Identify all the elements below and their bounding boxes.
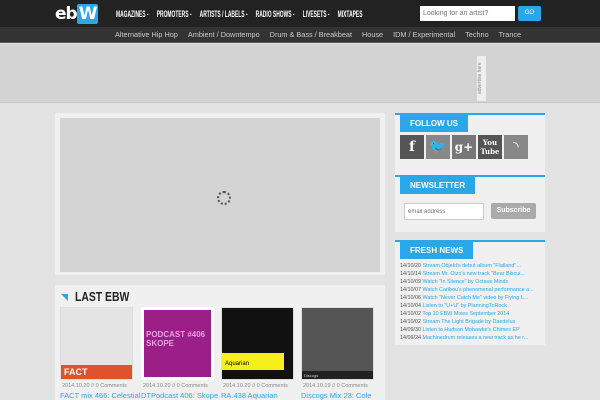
follow-us-title: FOLLOW US <box>400 115 468 132</box>
news-item[interactable]: 14/10/02 Stream The Light Brigade by Dae… <box>400 318 534 326</box>
mix-meta: 2014.10.20 // 0 Comments <box>62 383 127 389</box>
news-item[interactable]: 14/09/30 Listen to Hudson Mohawke's Chim… <box>400 326 534 334</box>
mix-card[interactable]: Discogs 2014.10.19 // 0 Comments Discogs… <box>301 307 374 400</box>
news-link[interactable]: Watch "In Silence" by Octave Minds <box>422 279 508 285</box>
loading-spinner-icon <box>217 191 231 205</box>
news-date: 14/10/07 <box>400 287 421 293</box>
main-nav: Magazines - Promoters - Artists / Labels… <box>116 8 363 19</box>
news-link[interactable]: Listen to "U+U" by PlanningToRock <box>422 303 506 309</box>
news-item[interactable]: 14/10/07 Watch Caribou's phenomenal perf… <box>400 286 534 294</box>
mix-thumbnail[interactable]: Aquarian <box>221 307 294 380</box>
rss-icon[interactable]: ◝ <box>504 135 528 159</box>
news-link[interactable]: Watch "Never Catch Me" video by Flying L… <box>422 295 528 301</box>
news-link[interactable]: Machinedrum releases a new track as he r… <box>422 335 528 341</box>
genre-link[interactable]: IDM / Experimental <box>393 30 455 39</box>
nav-artists-labels[interactable]: Artists / Labels - <box>200 8 248 19</box>
artist-search-input[interactable] <box>420 6 515 21</box>
mix-title[interactable]: RA.438 Aquarian <box>221 391 294 400</box>
mix-card[interactable]: PODCAST #406 SKOPE 2014.10.20 // 0 Comme… <box>141 307 218 400</box>
news-link[interactable]: Listen to Hudson Mohawke's Chimes EP <box>422 327 519 333</box>
triangle-icon <box>61 294 68 301</box>
genre-link[interactable]: Techno <box>465 30 489 39</box>
genre-link[interactable]: House <box>362 30 383 39</box>
google-plus-icon[interactable]: g+ <box>452 135 476 159</box>
nav-magazines[interactable]: Magazines - <box>116 8 149 19</box>
advertise-here-link[interactable]: advertise here <box>477 56 486 101</box>
logo[interactable]: eb W <box>55 4 99 24</box>
news-item[interactable]: 14/10/14 Stream Mr. Oizo's new track "Be… <box>400 270 534 278</box>
news-date: 14/09/30 <box>400 327 421 333</box>
mix-card[interactable]: FACT 2014.10.20 // 0 Comments FACT mix 4… <box>60 307 140 400</box>
news-date: 14/10/02 <box>400 319 421 325</box>
genre-link[interactable]: Drum & Bass / Breakbeat <box>270 30 352 39</box>
genre-nav: Alternative Hip Hop Ambient / Downtempo … <box>0 27 600 43</box>
subscribe-button[interactable]: Subscribe <box>491 203 536 219</box>
news-item[interactable]: 14/10/20 Stream Objekt's debut album "Fl… <box>400 262 534 270</box>
genre-link[interactable]: Ambient / Downtempo <box>188 30 260 39</box>
facebook-icon[interactable]: f <box>400 135 424 159</box>
mix-thumbnail[interactable]: PODCAST #406 SKOPE <box>141 307 214 380</box>
mix-meta: 2014.10.19 // 0 Comments <box>303 383 368 389</box>
news-item[interactable]: 14/10/02 Top 10 EBW Mixes September 2014 <box>400 310 534 318</box>
nav-mixtapes[interactable]: Mixtapes <box>338 8 363 19</box>
mix-meta: 2014.10.20 // 0 Comments <box>223 383 288 389</box>
news-item[interactable]: 14/10/09 Watch "In Silence" by Octave Mi… <box>400 278 534 286</box>
news-link[interactable]: Watch Caribou's phenomenal performance a… <box>422 287 533 293</box>
news-date: 14/10/20 <box>400 263 421 269</box>
go-button[interactable]: GO <box>518 6 541 21</box>
newsletter-title: NEWSLETTER <box>400 177 476 194</box>
news-list: 14/10/20 Stream Objekt's debut album "Fl… <box>400 262 534 342</box>
news-item[interactable]: 14/10/04 Listen to "U+U" by PlanningToRo… <box>400 302 534 310</box>
ad-banner: advertise here <box>0 44 600 103</box>
news-item[interactable]: 14/09/24 Machinedrum releases a new trac… <box>400 334 534 342</box>
mix-meta: 2014.10.20 // 0 Comments <box>143 383 208 389</box>
twitter-icon[interactable]: 🐦 <box>426 135 450 159</box>
nav-promoters[interactable]: Promoters - <box>157 8 192 19</box>
news-link[interactable]: Top 10 EBW Mixes September 2014 <box>422 311 509 317</box>
news-item[interactable]: 14/10/06 Watch "Never Catch Me" video by… <box>400 294 534 302</box>
fresh-news-box: FRESH NEWS 14/10/20 Stream Objekt's debu… <box>395 240 545 345</box>
mix-title[interactable]: DTPodcast 406: Skope <box>141 391 218 400</box>
email-input[interactable] <box>404 203 484 220</box>
section-title: LAST EBW <box>75 289 130 304</box>
last-ebw-panel: LAST EBW FACT 2014.10.20 // 0 Comments F… <box>55 285 385 400</box>
youtube-icon[interactable]: You Tube <box>478 135 502 159</box>
nav-radio-shows[interactable]: Radio Shows - <box>256 8 295 19</box>
follow-us-box: FOLLOW US f 🐦 g+ You Tube ◝ <box>395 113 545 180</box>
news-date: 14/10/06 <box>400 295 421 301</box>
mix-title[interactable]: FACT mix 466: Celestial <box>60 391 140 400</box>
news-date: 14/10/04 <box>400 303 421 309</box>
mix-card[interactable]: Aquarian 2014.10.20 // 0 Comments RA.438… <box>221 307 294 400</box>
news-date: 14/10/02 <box>400 311 421 317</box>
video-player[interactable] <box>55 113 385 275</box>
news-link[interactable]: Stream The Light Brigade by Daedelus <box>422 319 515 325</box>
genre-link[interactable]: Alternative Hip Hop <box>115 30 178 39</box>
top-bar: eb W Magazines - Promoters - Artists / La… <box>0 0 600 27</box>
mix-thumbnail[interactable]: FACT <box>60 307 133 380</box>
news-date: 14/10/14 <box>400 271 421 277</box>
newsletter-box: NEWSLETTER Subscribe <box>395 175 545 232</box>
mix-thumbnail[interactable]: Discogs <box>301 307 374 380</box>
news-date: 14/10/09 <box>400 279 421 285</box>
fresh-news-title: FRESH NEWS <box>400 242 474 259</box>
news-date: 14/09/24 <box>400 335 421 341</box>
mix-title[interactable]: Discogs Mix 23: Cole <box>301 391 374 400</box>
news-link[interactable]: Stream Mr. Oizo's new track "Bear Biscui… <box>422 271 524 277</box>
genre-link[interactable]: Trance <box>499 30 521 39</box>
news-link[interactable]: Stream Objekt's debut album "Flatland"..… <box>422 263 520 269</box>
nav-livesets[interactable]: Livesets - <box>303 8 330 19</box>
